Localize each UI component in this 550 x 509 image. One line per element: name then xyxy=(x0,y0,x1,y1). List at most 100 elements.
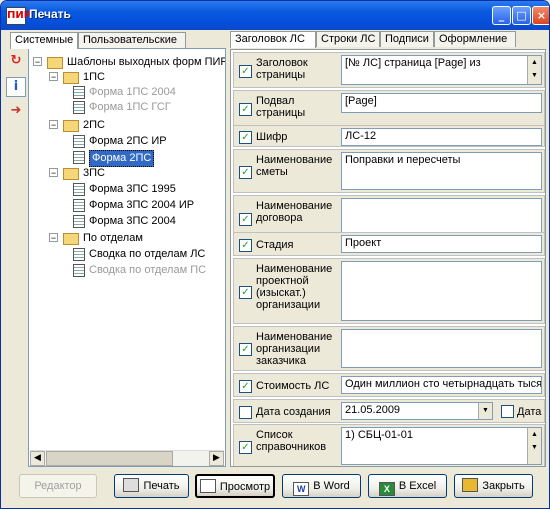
export-icon[interactable]: ➜ xyxy=(6,101,26,121)
tab-signatures[interactable]: Подписи xyxy=(380,31,434,47)
stage-checkbox[interactable]: ✓ xyxy=(239,239,252,252)
close-window-button[interactable]: × xyxy=(532,6,549,25)
print-dialog: ПИР Печать _ □ × Системные Пользовательс… xyxy=(0,0,550,509)
folder-icon xyxy=(63,168,79,180)
collapse-icon[interactable]: − xyxy=(49,72,58,82)
editor-button[interactable]: Редактор xyxy=(19,474,97,498)
references-list-checkbox[interactable]: ✓ xyxy=(239,441,252,454)
minimize-button[interactable]: _ xyxy=(492,6,511,25)
bottom-button-bar: Редактор Печать Просмотр WВ Word XВ Exce… xyxy=(1,469,549,508)
folder-icon xyxy=(47,57,63,69)
date-extra-checkbox[interactable] xyxy=(501,405,514,418)
stage-label: Стадия xyxy=(256,239,294,251)
collapse-icon[interactable]: − xyxy=(49,233,58,243)
customer-org-name-checkbox[interactable]: ✓ xyxy=(239,343,252,356)
tab-system[interactable]: Системные xyxy=(10,32,78,49)
report-template-icon xyxy=(73,86,85,99)
template-tree[interactable]: − Шаблоны выходных форм ПИР −1ПС Форма 1ПС … xyxy=(28,48,226,467)
tree-item-label: Сводка по отделам ПС xyxy=(89,264,207,276)
word-button[interactable]: WВ Word xyxy=(282,474,361,498)
header-settings-panel: ✓ Заголовок страницы [№ ЛС] страница [Page… xyxy=(230,49,546,467)
tree-item-label: Сводка по отделам ЛС xyxy=(89,248,206,260)
row-customer-org-name: ✓ Наименование организации заказчика xyxy=(233,326,545,371)
cipher-checkbox[interactable]: ✓ xyxy=(239,131,252,144)
row-page-header: ✓ Заголовок страницы [№ ЛС] страница [Page… xyxy=(233,52,545,88)
collapse-icon[interactable]: − xyxy=(49,168,58,178)
creation-date-label: Дата создания xyxy=(256,406,331,418)
creation-date-checkbox[interactable] xyxy=(239,406,252,419)
tab-user[interactable]: Пользовательские xyxy=(78,32,186,48)
tree-item-label: Форма 1ПС 2004 xyxy=(89,86,176,98)
info-icon[interactable]: i xyxy=(6,77,26,97)
estimate-cost-label: Стоимость ЛС xyxy=(256,380,330,392)
tree-item-label: 3ПС xyxy=(83,167,105,179)
tab-design[interactable]: Оформление xyxy=(434,31,516,47)
cipher-label: Шифр xyxy=(256,131,288,143)
estimate-cost-checkbox[interactable]: ✓ xyxy=(239,380,252,393)
close-door-icon xyxy=(462,478,479,492)
collapse-icon[interactable]: − xyxy=(33,57,42,67)
scroll-thumb[interactable] xyxy=(46,451,173,466)
folder-icon xyxy=(63,72,79,84)
references-list-field[interactable]: 1) СБЦ-01-01 ▲ ▼ xyxy=(341,427,542,465)
tree-item-label: Форма 2ПС xyxy=(89,150,155,167)
estimate-name-field[interactable]: Поправки и пересчеты xyxy=(341,152,542,190)
spin-arrows-icon[interactable]: ▲ ▼ xyxy=(527,428,541,464)
word-icon: W xyxy=(293,482,310,496)
date-extra-label: Дата и xyxy=(517,406,545,418)
cipher-field[interactable]: ЛС-12 xyxy=(341,128,542,146)
creation-date-field[interactable]: 21.05.2009 ▼ xyxy=(341,402,493,420)
creation-date-value: 21.05.2009 xyxy=(345,404,401,416)
estimate-cost-field[interactable]: Один миллион сто четырнадцать тысяч xyxy=(341,376,542,394)
row-creation-date: Дата создания 21.05.2009 ▼ Дата и xyxy=(233,399,545,423)
tree-item-label: Шаблоны выходных форм ПИР xyxy=(67,56,226,68)
preview-icon xyxy=(199,479,216,493)
maximize-button[interactable]: □ xyxy=(512,6,531,25)
tab-header[interactable]: Заголовок ЛС xyxy=(230,31,316,48)
printer-icon xyxy=(123,478,140,492)
estimate-name-label: Наименование сметы xyxy=(256,154,333,178)
report-template-icon xyxy=(73,248,85,261)
estimate-name-checkbox[interactable]: ✓ xyxy=(239,166,252,179)
dropdown-arrow-icon[interactable]: ▼ xyxy=(478,403,492,419)
excel-icon: X xyxy=(378,482,395,496)
design-org-name-checkbox[interactable]: ✓ xyxy=(239,286,252,299)
tree-horizontal-scrollbar[interactable]: ◀ ▶ xyxy=(30,450,224,466)
scroll-left-icon[interactable]: ◀ xyxy=(30,451,45,466)
references-list-label: Список справочников xyxy=(256,429,327,453)
page-footer-label: Подвал страницы xyxy=(256,95,306,119)
design-org-name-label: Наименование проектной (изыскат.) органи… xyxy=(256,263,333,311)
page-header-field[interactable]: [№ ЛС] страница [Page] из ▲ ▼ xyxy=(341,55,542,85)
page-header-checkbox[interactable]: ✓ xyxy=(239,65,252,78)
customer-org-name-label: Наименование организации заказчика xyxy=(256,331,333,367)
spin-arrows-icon[interactable]: ▲ ▼ xyxy=(527,56,541,84)
collapse-icon[interactable]: − xyxy=(49,120,58,130)
estimate-cost-value: Один миллион сто четырнадцать тысяч xyxy=(345,378,542,390)
refresh-icon[interactable]: ↻ xyxy=(6,51,26,71)
row-cipher: ✓ Шифр ЛС-12 xyxy=(233,125,545,147)
contract-name-label: Наименование договора xyxy=(256,200,333,224)
scroll-right-icon[interactable]: ▶ xyxy=(209,451,224,466)
preview-button-label: Просмотр xyxy=(219,481,271,493)
references-list-value: 1) СБЦ-01-01 xyxy=(345,429,413,441)
contract-name-checkbox[interactable]: ✓ xyxy=(239,213,252,226)
design-org-name-field[interactable] xyxy=(341,261,542,321)
preview-button[interactable]: Просмотр xyxy=(195,474,275,498)
title-bar[interactable]: ПИР Печать _ □ × xyxy=(1,1,549,30)
print-button[interactable]: Печать xyxy=(114,474,189,498)
cipher-value: ЛС-12 xyxy=(345,130,377,142)
report-template-icon xyxy=(73,183,85,196)
customer-org-name-field[interactable] xyxy=(341,329,542,368)
stage-field[interactable]: Проект xyxy=(341,235,542,253)
row-design-org-name: ✓ Наименование проектной (изыскат.) орган… xyxy=(233,258,545,324)
tree-item-label: Форма 3ПС 1995 xyxy=(89,183,176,195)
page-footer-field[interactable]: [Page] xyxy=(341,93,542,113)
close-button[interactable]: Закрыть xyxy=(454,474,533,498)
tab-rows[interactable]: Строки ЛС xyxy=(316,31,380,47)
page-header-value: [№ ЛС] страница [Page] из xyxy=(345,57,481,69)
page-footer-checkbox[interactable]: ✓ xyxy=(239,103,252,116)
excel-button[interactable]: XВ Excel xyxy=(368,474,447,498)
report-template-icon xyxy=(73,101,85,114)
tree-item-label: Форма 1ПС ГСГ xyxy=(89,101,171,113)
folder-icon xyxy=(63,120,79,132)
